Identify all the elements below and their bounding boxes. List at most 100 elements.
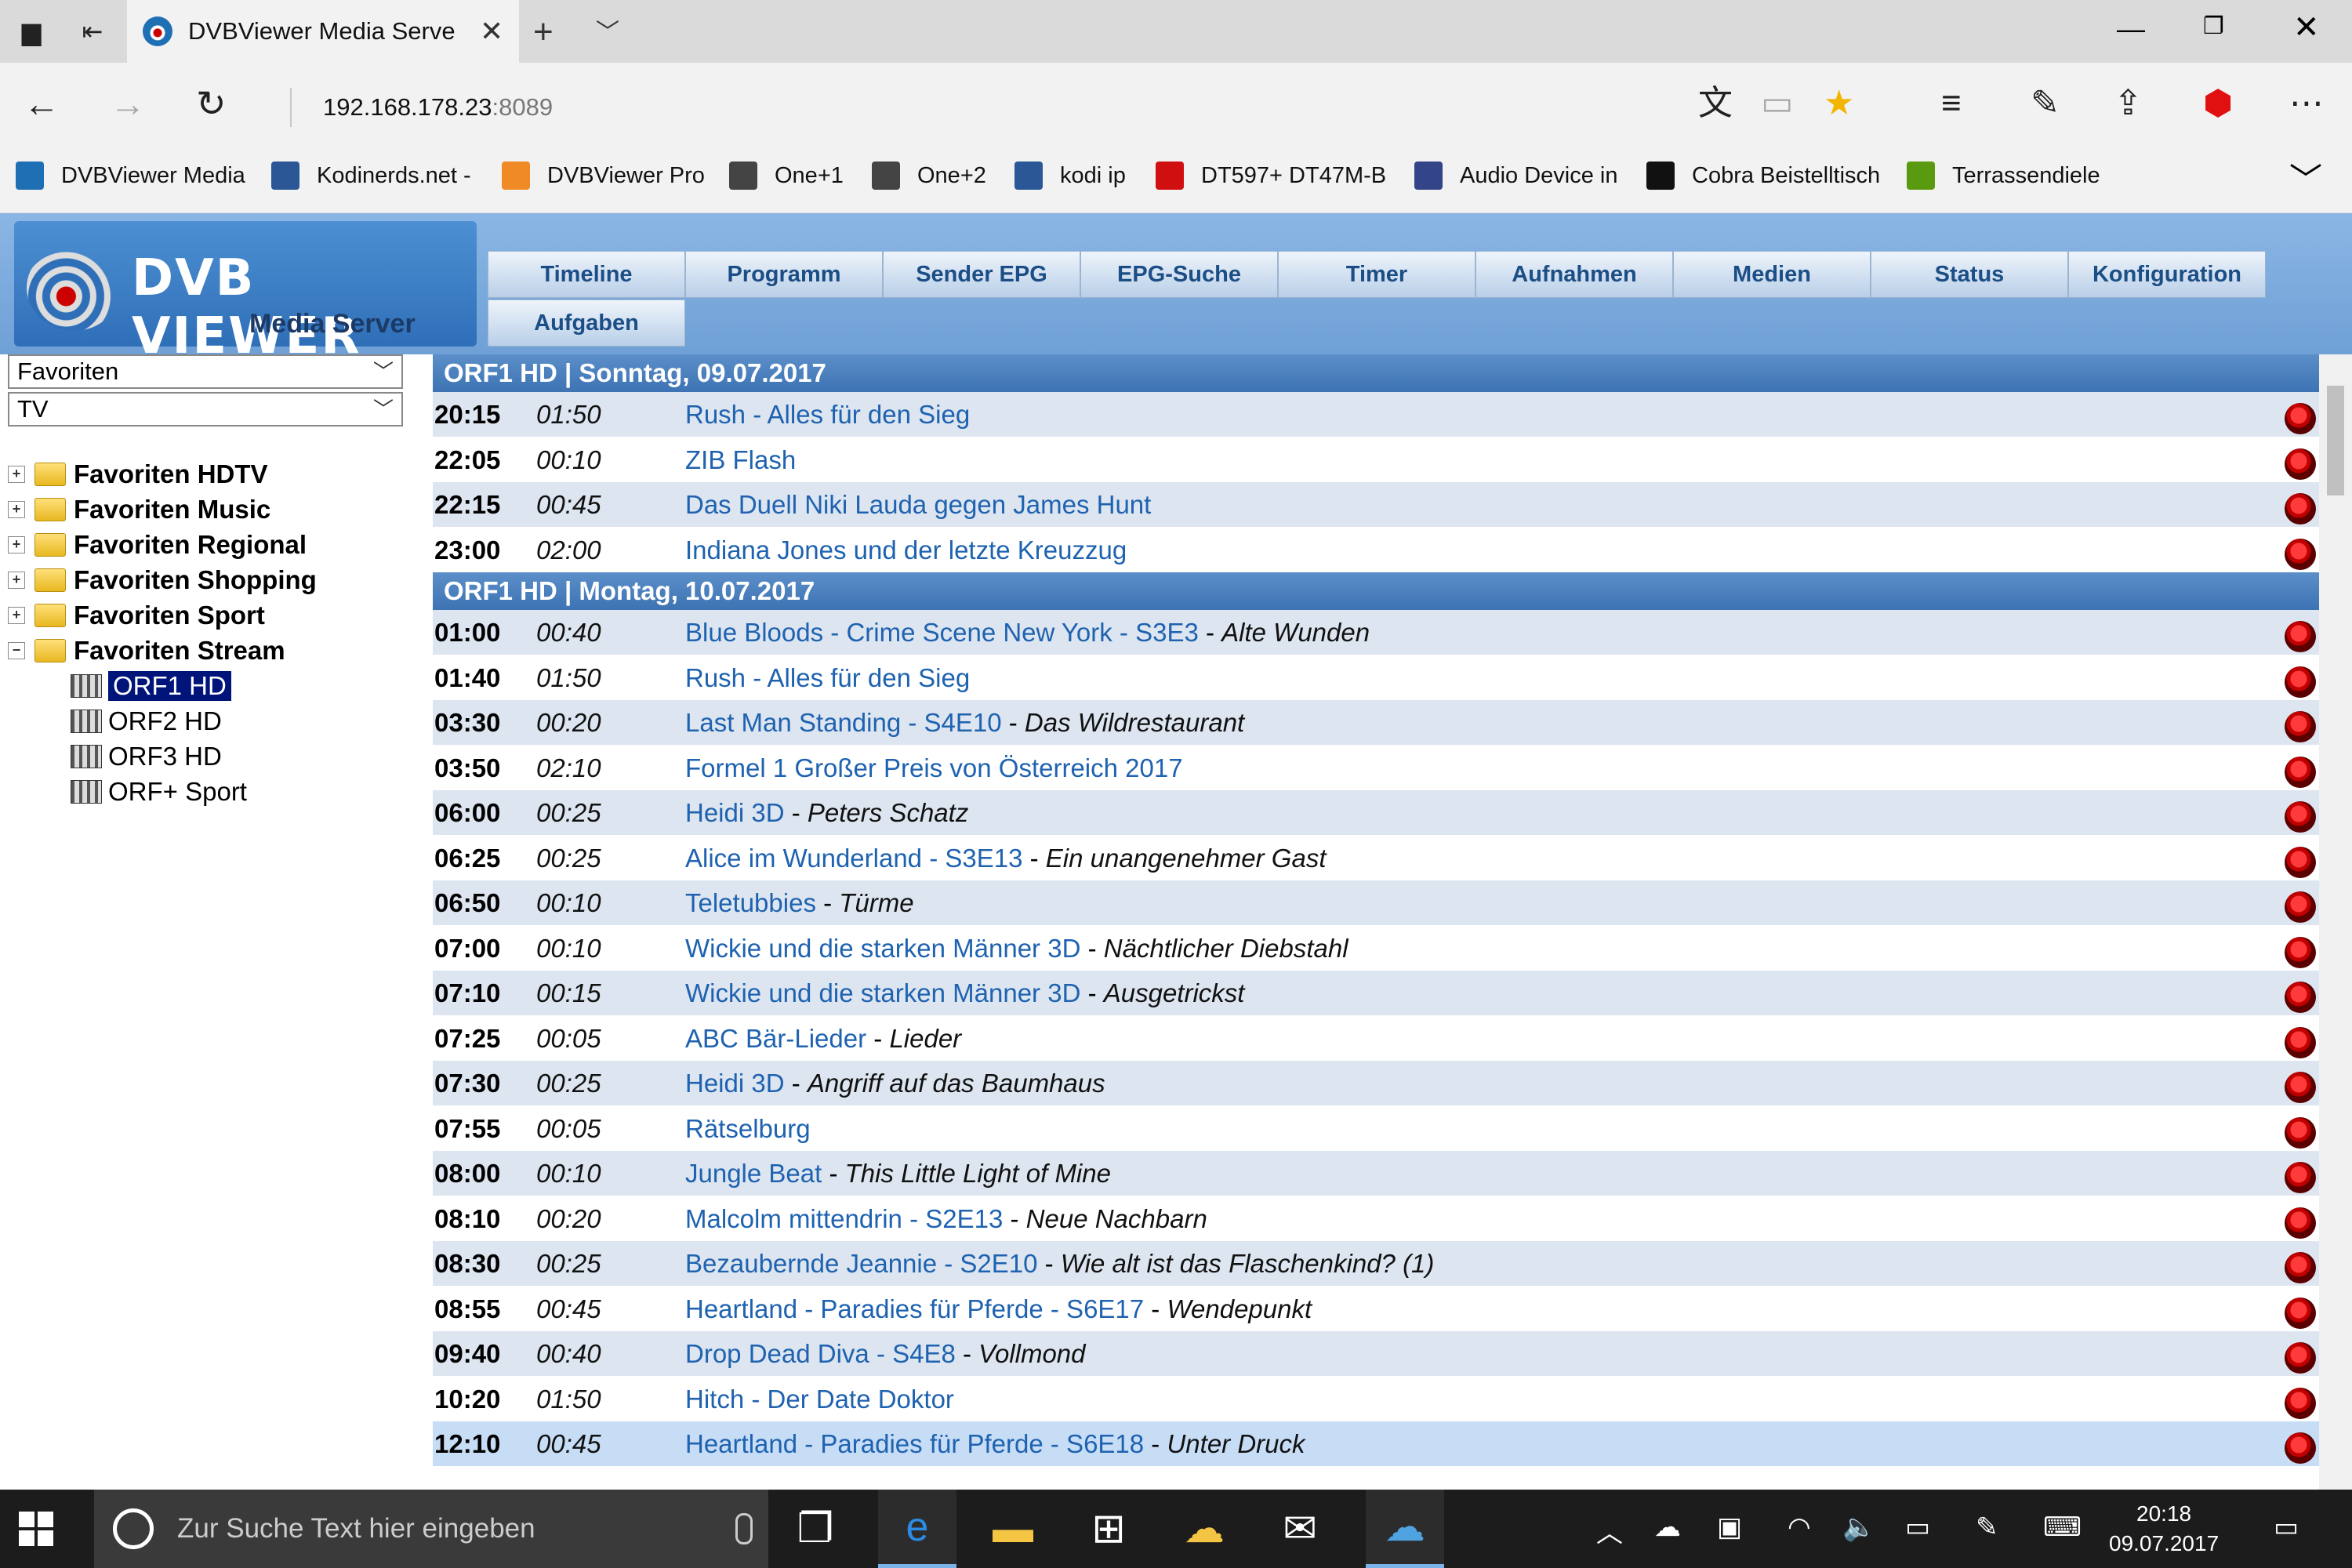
edge-browser-icon[interactable]: e xyxy=(878,1490,956,1568)
share-icon[interactable]: ⇪ xyxy=(2114,82,2143,125)
record-button-icon[interactable] xyxy=(2285,448,2316,480)
epg-title-link[interactable]: Wickie und die starken Männer 3D xyxy=(685,934,1080,963)
tree-group[interactable]: + Favoriten Shopping xyxy=(8,562,317,597)
epg-row[interactable]: 06:25 00:25 Alice im Wunderland - S3E13 - … xyxy=(433,835,2319,880)
tab-preview-icon[interactable]: ▆ xyxy=(14,14,49,49)
vertical-scrollbar[interactable] xyxy=(2319,354,2352,1490)
volume-icon[interactable]: 🔈 xyxy=(1842,1512,1875,1543)
taskbar-search-box[interactable]: Zur Suche Text hier eingeben xyxy=(94,1490,768,1568)
tree-group[interactable]: + Favoriten Sport xyxy=(8,597,317,633)
record-button-icon[interactable] xyxy=(2285,538,2316,570)
new-tab-button[interactable]: + xyxy=(533,13,554,52)
scrollbar-thumb[interactable] xyxy=(2327,386,2344,495)
menu-status[interactable]: Status xyxy=(1871,251,2068,298)
epg-row[interactable]: 07:10 00:15 Wickie und die starken Männer … xyxy=(433,971,2319,1016)
favorite-link[interactable]: kodi ip xyxy=(1014,162,1126,190)
close-window-button[interactable]: ✕ xyxy=(2293,9,2320,45)
epg-row[interactable]: 03:30 00:20 Last Man Standing - S4E10 - Da… xyxy=(433,700,2319,746)
epg-title-link[interactable]: Hitch - Der Date Doktor xyxy=(685,1385,954,1414)
hub-icon[interactable]: ≡ xyxy=(1941,82,1962,125)
epg-title-link[interactable]: Jungle Beat xyxy=(685,1159,822,1188)
menu-epg-suche[interactable]: EPG-Suche xyxy=(1080,251,1278,298)
record-button-icon[interactable] xyxy=(2285,1072,2316,1103)
epg-row[interactable]: 07:00 00:10 Wickie und die starken Männer … xyxy=(433,925,2319,971)
record-button-icon[interactable] xyxy=(2285,1207,2316,1239)
menu-timeline[interactable]: Timeline xyxy=(488,251,685,298)
record-button-icon[interactable] xyxy=(2285,1387,2316,1419)
epg-title-link[interactable]: Drop Dead Diva - S4E8 xyxy=(685,1339,956,1368)
epg-title-link[interactable]: Rush - Alles für den Sieg xyxy=(685,400,970,429)
favorite-link[interactable]: DT597+ DT47M-B xyxy=(1156,162,1386,190)
action-center-icon[interactable]: ▭ xyxy=(2274,1512,2299,1543)
collapse-icon[interactable]: − xyxy=(8,641,25,659)
epg-row[interactable]: 07:55 00:05 Rätselburg xyxy=(433,1105,2319,1151)
mail-icon[interactable]: ✉ xyxy=(1261,1490,1339,1568)
epg-row[interactable]: 03:50 02:10 Formel 1 Großer Preis von Öste… xyxy=(433,745,2319,790)
epg-title-link[interactable]: Teletubbies xyxy=(685,888,816,917)
windows-start-icon[interactable] xyxy=(19,1512,53,1546)
epg-row[interactable]: 23:00 02:00 Indiana Jones und der letzte K… xyxy=(433,527,2319,572)
epg-title-link[interactable]: Malcolm mittendrin - S2E13 xyxy=(685,1204,1003,1233)
cloud-app-icon[interactable]: ☁ xyxy=(1366,1490,1444,1568)
forward-button[interactable]: → xyxy=(110,83,146,124)
menu-aufnahmen[interactable]: Aufnahmen xyxy=(1475,251,1673,298)
tree-group[interactable]: + Favoriten Music xyxy=(8,492,317,527)
expand-icon[interactable]: + xyxy=(8,500,25,518)
menu-aufgaben[interactable]: Aufgaben xyxy=(488,299,685,347)
record-button-icon[interactable] xyxy=(2285,711,2316,742)
expand-icon[interactable]: + xyxy=(8,571,25,589)
epg-row[interactable]: 08:10 00:20 Malcolm mittendrin - S2E13 - N… xyxy=(433,1196,2319,1241)
tree-channel[interactable]: ORF1 HD xyxy=(8,668,317,703)
epg-row[interactable]: 06:50 00:10 Teletubbies - Türme xyxy=(433,880,2319,926)
task-view-icon[interactable]: ❐ xyxy=(776,1490,855,1568)
favorite-star-icon[interactable]: ★ xyxy=(1824,82,1854,125)
epg-row[interactable]: 22:15 00:45 Das Duell Niki Lauda gegen Jam… xyxy=(433,482,2319,528)
record-button-icon[interactable] xyxy=(2285,1297,2316,1329)
list-type-select[interactable]: Favoriten ﹀ xyxy=(8,354,403,389)
epg-row[interactable]: 01:00 00:40 Blue Bloods - Crime Scene New … xyxy=(433,610,2319,655)
epg-row[interactable]: 07:25 00:05 ABC Bär-Lieder - Lieder xyxy=(433,1015,2319,1061)
tablet-mode-icon[interactable]: ▣ xyxy=(1717,1512,1742,1543)
favorite-link[interactable]: Kodinerds.net - xyxy=(271,162,471,190)
battery-icon[interactable]: ▭ xyxy=(1905,1512,1930,1543)
favorite-link[interactable]: One+2 xyxy=(872,162,986,190)
tree-group[interactable]: + Favoriten Regional xyxy=(8,527,317,562)
epg-row[interactable]: 10:20 01:50 Hitch - Der Date Doktor xyxy=(433,1376,2319,1421)
microphone-icon[interactable] xyxy=(735,1513,753,1544)
record-button-icon[interactable] xyxy=(2285,1162,2316,1193)
close-tab-icon[interactable]: ✕ xyxy=(480,15,503,48)
back-button[interactable]: ← xyxy=(24,83,60,124)
epg-row[interactable]: 06:00 00:25 Heidi 3D - Peters Schatz xyxy=(433,790,2319,836)
translate-icon[interactable]: 文 xyxy=(1698,82,1733,125)
record-button-icon[interactable] xyxy=(2285,1252,2316,1283)
epg-title-link[interactable]: Rush - Alles für den Sieg xyxy=(685,663,970,692)
expand-icon[interactable]: + xyxy=(8,535,25,554)
tab-list-chevron-icon[interactable]: ﹀ xyxy=(596,13,619,47)
epg-title-link[interactable]: Blue Bloods - Crime Scene New York - S3E… xyxy=(685,618,1199,647)
tree-channel[interactable]: ORF3 HD xyxy=(8,739,317,774)
epg-row[interactable]: 08:30 00:25 Bezaubernde Jeannie - S2E10 - … xyxy=(433,1241,2319,1287)
menu-medien[interactable]: Medien xyxy=(1673,251,1871,298)
refresh-button[interactable]: ↻ xyxy=(196,83,227,124)
tree-group[interactable]: − Favoriten Stream xyxy=(8,633,317,668)
record-button-icon[interactable] xyxy=(2285,756,2316,788)
web-note-icon[interactable]: ✎ xyxy=(2031,82,2060,125)
tree-channel[interactable]: ORF2 HD xyxy=(8,703,317,739)
expand-icon[interactable]: + xyxy=(8,606,25,624)
record-button-icon[interactable] xyxy=(2285,846,2316,878)
cortana-icon[interactable] xyxy=(113,1508,154,1549)
favorite-link[interactable]: DVBViewer Media xyxy=(16,162,245,190)
tray-cloud-icon[interactable]: ☁ xyxy=(1654,1512,1681,1543)
epg-title-link[interactable]: Heartland - Paradies für Pferde - S6E18 xyxy=(685,1429,1144,1458)
epg-title-link[interactable]: Alice im Wunderland - S3E13 xyxy=(685,844,1022,873)
epg-title-link[interactable]: Heidi 3D xyxy=(685,798,785,827)
epg-row[interactable]: 20:15 01:50 Rush - Alles für den Sieg xyxy=(433,392,2319,437)
epg-title-link[interactable]: Das Duell Niki Lauda gegen James Hunt xyxy=(685,490,1151,519)
menu-konfiguration[interactable]: Konfiguration xyxy=(2068,251,2266,298)
menu-programm[interactable]: Programm xyxy=(685,251,883,298)
tree-channel[interactable]: ORF+ Sport xyxy=(8,774,317,809)
record-button-icon[interactable] xyxy=(2285,666,2316,698)
expand-icon[interactable]: + xyxy=(8,465,25,483)
epg-title-link[interactable]: Last Man Standing - S4E10 xyxy=(685,708,1002,737)
tree-group[interactable]: + Favoriten HDTV xyxy=(8,456,317,492)
